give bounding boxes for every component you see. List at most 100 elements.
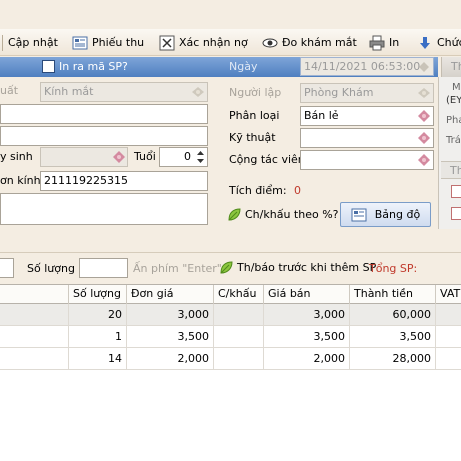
grid-column-quantity[interactable]: Số lượng	[69, 285, 127, 304]
customer-name-field[interactable]	[0, 104, 208, 124]
cell-blank	[0, 304, 69, 325]
right-tab-2[interactable]: Th	[441, 161, 461, 179]
origin-label: uất	[0, 84, 19, 97]
right-line-4: Trá	[446, 135, 461, 146]
price-table-button[interactable]: Bảng độ	[340, 202, 431, 227]
dob-label: y sinh	[0, 150, 33, 163]
print-label: In	[389, 36, 400, 49]
product-search-field[interactable]	[0, 258, 14, 278]
points-value: 0	[294, 184, 302, 197]
cell-amount: 60,000	[350, 304, 436, 325]
eye-exam-button[interactable]: Đo khám mắt	[262, 29, 357, 56]
collaborator-pin-icon[interactable]	[416, 152, 432, 168]
notify-before-add-option[interactable]: Th/báo trước khi thêm SP	[219, 260, 376, 275]
leaf-icon	[227, 207, 242, 222]
table-row[interactable]: 14 2,000 2,000 28,000	[0, 348, 461, 370]
product-field[interactable]: Kính mắt	[40, 82, 208, 102]
update-button[interactable]: Cập nhật	[8, 29, 58, 56]
receipt-icon	[72, 35, 88, 51]
grid-column-amount[interactable]: Thành tiền	[350, 285, 436, 304]
confirm-debt-icon	[159, 35, 175, 51]
right-panel: M (EY Pha Trá Th	[438, 77, 461, 229]
creator-field[interactable]: Phòng Khám	[300, 83, 434, 103]
grid-column-vat[interactable]: VAT	[436, 285, 461, 304]
category-field[interactable]: Bán lẻ	[300, 106, 434, 126]
creator-pin-icon[interactable]	[416, 85, 432, 101]
dob-pin-icon[interactable]	[111, 149, 127, 165]
cell-sale-price: 3,500	[264, 326, 350, 347]
grid-column-discount[interactable]: C/khấu	[214, 285, 264, 304]
cell-blank	[0, 348, 69, 369]
eye-icon	[262, 35, 278, 51]
creator-label: Người lập	[229, 86, 282, 99]
grid-header: Số lượng Đơn giá C/khấu Giá bán Thành ti…	[0, 284, 461, 304]
toolbar-separator	[2, 35, 3, 51]
cell-amount: 28,000	[350, 348, 436, 369]
technician-pin-icon[interactable]	[416, 130, 432, 146]
quantity-label: Số lượng	[27, 262, 75, 275]
features-button[interactable]: Chức	[417, 29, 461, 56]
confirm-debt-button[interactable]: Xác nhận nợ	[159, 29, 248, 56]
cell-sale-price: 2,000	[264, 348, 350, 369]
grid-body: 20 3,000 3,000 60,000 1 3,500 3,500 3,50…	[0, 304, 461, 461]
eye-exam-label: Đo khám mắt	[282, 36, 357, 49]
grid-column-blank[interactable]	[0, 285, 69, 304]
arrow-down-icon	[417, 35, 433, 51]
right-panel-header: Th	[441, 57, 461, 77]
print-button[interactable]: In	[369, 29, 399, 56]
cell-blank	[0, 326, 69, 347]
cell-amount: 3,500	[350, 326, 436, 347]
notify-before-add-label: Th/báo trước khi thêm SP	[237, 261, 377, 274]
table-row[interactable]: 1 3,500 3,500 3,500	[0, 326, 461, 348]
print-code-option[interactable]: In ra mã SP?	[42, 60, 128, 73]
notes-field[interactable]	[0, 193, 208, 225]
date-value: 14/11/2021 06:53:00	[304, 60, 421, 73]
age-value: 0	[184, 150, 191, 163]
right-tab-2-label: Th	[450, 164, 461, 177]
grid-column-sale-price[interactable]: Giá bán	[264, 285, 350, 304]
cell-discount	[214, 304, 264, 325]
right-checkbox-2[interactable]	[451, 207, 461, 220]
right-checkbox-1[interactable]	[451, 185, 461, 198]
date-field[interactable]: 14/11/2021 06:53:00	[300, 57, 434, 76]
update-label: Cập nhật	[8, 36, 58, 49]
features-label: Chức	[437, 36, 461, 49]
technician-label: Kỹ thuật	[229, 131, 276, 144]
collaborator-field[interactable]	[300, 150, 434, 170]
grid-column-unit-price[interactable]: Đơn giá	[127, 285, 214, 304]
cell-discount	[214, 348, 264, 369]
form-divider	[0, 229, 461, 253]
cell-discount	[214, 326, 264, 347]
collaborator-label: Cộng tác viên	[229, 153, 305, 166]
age-label: Tuổi	[134, 150, 156, 163]
cell-quantity: 20	[69, 304, 127, 325]
toolbar: Cập nhật Phiếu thu Xác nhận nợ Đo khám m…	[0, 29, 461, 56]
quantity-field[interactable]	[79, 258, 128, 278]
prescription-field[interactable]: 211119225315	[40, 171, 208, 191]
product-pin-icon[interactable]	[190, 84, 206, 100]
date-pin-icon[interactable]	[416, 59, 432, 75]
right-tab-label: Th	[451, 60, 461, 73]
age-spinner-arrows[interactable]	[194, 148, 207, 166]
price-table-label: Bảng độ	[374, 208, 421, 221]
creator-value: Phòng Khám	[304, 86, 374, 99]
discount-percent-option[interactable]: Ch/khấu theo %?	[227, 207, 338, 222]
confirm-debt-label: Xác nhận nợ	[179, 36, 248, 49]
print-code-checkbox[interactable]	[42, 60, 55, 73]
category-value: Bán lẻ	[304, 109, 339, 122]
left-form: uất Kính mắt y sinh Tuổi 0 ơn kính 21111…	[0, 77, 224, 229]
category-pin-icon[interactable]	[416, 108, 432, 124]
address-field[interactable]	[0, 126, 208, 146]
points-display: Tích điểm: 0	[229, 184, 301, 197]
receipt-button[interactable]: Phiếu thu	[72, 29, 144, 56]
table-row[interactable]: 20 3,000 3,000 60,000	[0, 304, 461, 326]
cell-vat	[436, 326, 461, 347]
category-label: Phân loại	[229, 109, 280, 122]
technician-field[interactable]	[300, 128, 434, 148]
cell-sale-price: 3,000	[264, 304, 350, 325]
product-value: Kính mắt	[44, 85, 94, 98]
right-line-3: Pha	[446, 115, 461, 126]
receipt-label: Phiếu thu	[92, 36, 145, 49]
date-label: Ngày	[229, 60, 258, 73]
leaf-icon	[219, 260, 234, 275]
